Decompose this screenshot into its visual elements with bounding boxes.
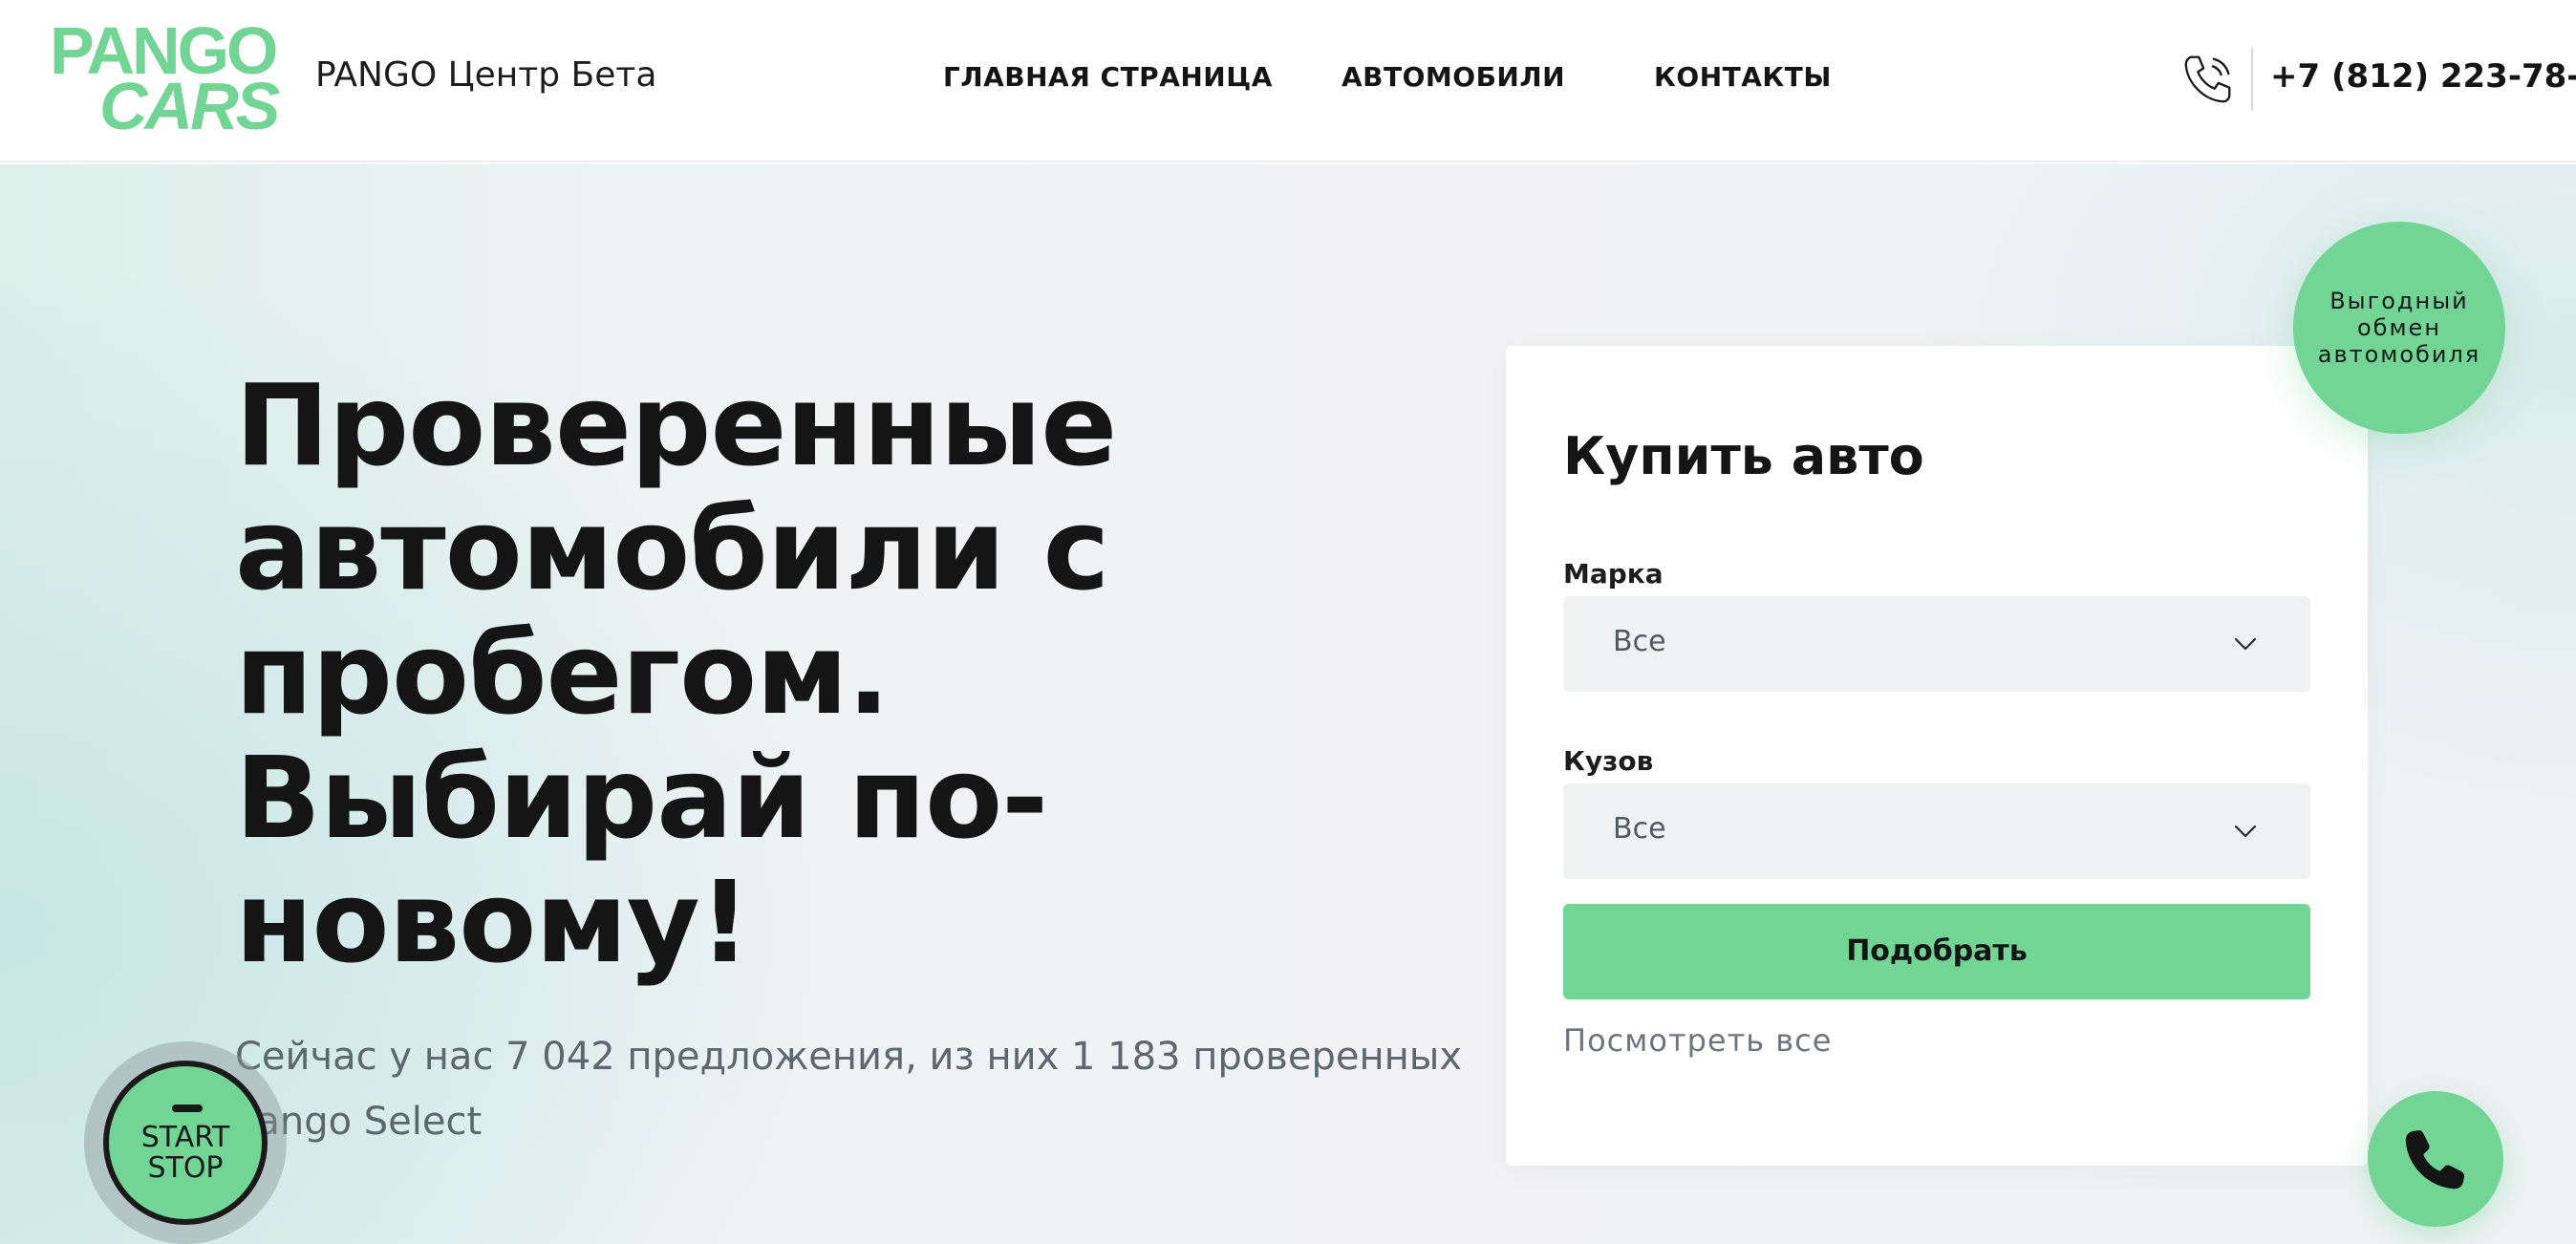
nav-item-cars[interactable]: АВТОМОБИЛИ	[1342, 61, 1565, 93]
start-stop-button[interactable]: START STOP	[103, 1061, 268, 1225]
trade-in-badge[interactable]: Выгодный обмен автомобиля	[2293, 222, 2505, 434]
stop-label: STOP	[147, 1151, 224, 1185]
site-header: PANGO CARS PANGO Центр Бета ГЛАВНАЯ СТРА…	[0, 0, 2576, 162]
body-type-select[interactable]: Все	[1563, 783, 2310, 879]
chevron-down-icon	[2234, 637, 2257, 651]
trade-in-badge-text: Выгодный обмен автомобиля	[2317, 288, 2481, 368]
pango-cars-logo[interactable]: PANGO CARS	[50, 17, 287, 143]
logo-line-2: CARS	[99, 69, 280, 143]
hero-section: Проверенные автомобили с пробегом. Выбир…	[0, 164, 2576, 1244]
call-button[interactable]	[2368, 1091, 2503, 1227]
brand-select[interactable]: Все	[1563, 596, 2310, 692]
hero-headline: Проверенные автомобили с пробегом. Выбир…	[235, 359, 1117, 988]
view-all-link[interactable]: Посмотреть все	[1563, 1022, 1832, 1059]
find-cars-button[interactable]: Подобрать	[1563, 904, 2310, 999]
nav-item-home[interactable]: ГЛАВНАЯ СТРАНИЦА	[943, 61, 1273, 93]
form-title: Купить авто	[1563, 426, 1924, 486]
offers-count-text: Сейчас у нас 7 042 предложения, из них 1…	[235, 1035, 1463, 1144]
brand-label: Марка	[1563, 558, 1664, 590]
dealer-center-name: PANGO Центр Бета	[315, 55, 657, 95]
phone-number-link[interactable]: +7 (812) 223-78-39	[2270, 57, 2576, 96]
brand-select-value: Все	[1613, 625, 1666, 658]
phone-icon	[2405, 1129, 2465, 1190]
body-type-select-value: Все	[1613, 812, 1666, 846]
chevron-down-icon	[2234, 825, 2257, 838]
nav-item-contacts[interactable]: КОНТАКТЫ	[1654, 61, 1832, 93]
body-type-label: Кузов	[1563, 745, 1654, 777]
start-stop-bar-icon	[172, 1105, 203, 1112]
start-label: START	[140, 1121, 230, 1154]
phone-divider	[2251, 48, 2253, 111]
buy-car-form: Купить авто Марка Все Кузов Все Подобрат…	[1506, 346, 2368, 1166]
phone-icon[interactable]	[2179, 50, 2238, 109]
